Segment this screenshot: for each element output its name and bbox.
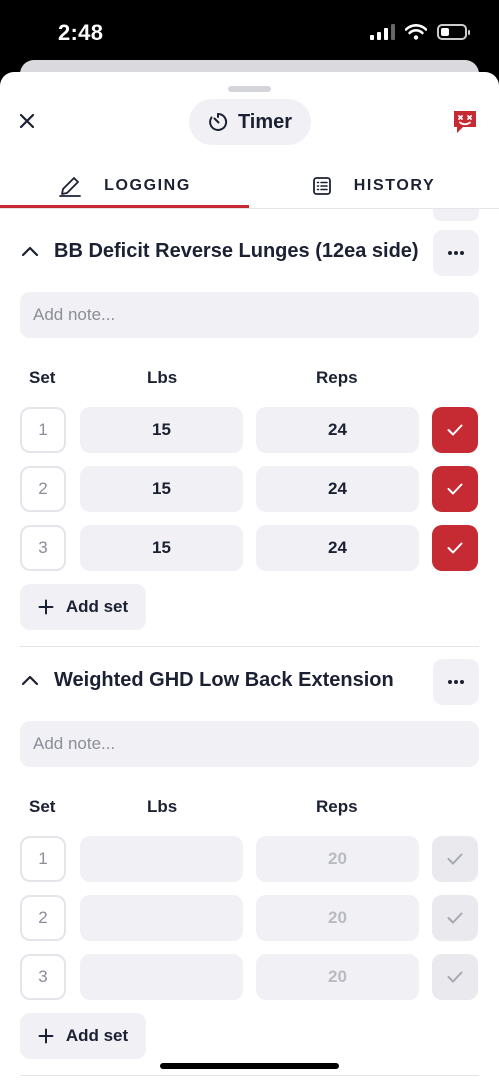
set-number: 1 [20, 836, 66, 882]
exercise-divider [20, 1075, 479, 1076]
set-row: 1 15 24 [0, 407, 499, 453]
set-number: 2 [20, 895, 66, 941]
checkmark-icon [447, 912, 463, 924]
reps-input[interactable]: 24 [256, 407, 419, 453]
plus-icon [38, 599, 54, 615]
timer-icon [209, 112, 228, 131]
lbs-input[interactable]: 15 [80, 407, 243, 453]
reps-input[interactable]: 20 [256, 895, 419, 941]
battery-icon [437, 24, 470, 40]
complete-set-button[interactable] [432, 954, 478, 1000]
set-number: 3 [20, 954, 66, 1000]
set-row: 3 20 [0, 954, 499, 1000]
exercise-header: Weighted GHD Low Back Extension [0, 659, 499, 705]
status-time: 2:48 [58, 20, 104, 45]
tab-bar: LOGGING HISTORY [0, 162, 499, 210]
tabs-divider [0, 208, 499, 209]
column-header-reps: Reps [316, 368, 358, 387]
more-options-button[interactable] [433, 659, 479, 705]
column-header-reps: Reps [316, 797, 358, 816]
set-number: 3 [20, 525, 66, 571]
reps-input[interactable]: 20 [256, 954, 419, 1000]
timer-button[interactable]: Timer [189, 99, 311, 145]
add-set-button[interactable]: Add set [20, 1013, 146, 1059]
set-number: 1 [20, 407, 66, 453]
lbs-input[interactable]: 15 [80, 525, 243, 571]
reps-input[interactable]: 24 [256, 466, 419, 512]
checkmark-icon [447, 971, 463, 983]
pencil-icon [59, 177, 82, 197]
previous-exercise-more-button[interactable] [433, 209, 479, 221]
tab-history-label: HISTORY [353, 177, 436, 194]
exercise-title: BB Deficit Reverse Lunges (12ea side) [54, 240, 419, 262]
exercise-divider [20, 646, 479, 647]
add-note-field[interactable]: Add note... [20, 721, 479, 767]
checkmark-icon [447, 853, 463, 865]
timer-label: Timer [237, 110, 293, 133]
chevron-up-icon [21, 246, 39, 257]
tab-history[interactable]: HISTORY [249, 162, 498, 210]
complete-set-button[interactable] [432, 466, 478, 512]
support-chat-button[interactable] [451, 108, 479, 136]
lbs-input[interactable] [80, 954, 243, 1000]
plus-icon [38, 1028, 54, 1044]
lbs-input[interactable] [80, 836, 243, 882]
column-header-lbs: Lbs [147, 797, 178, 816]
lbs-input[interactable]: 15 [80, 466, 243, 512]
tab-logging-label: LOGGING [104, 177, 191, 194]
checkmark-icon [447, 424, 463, 436]
column-header-set: Set [29, 797, 56, 816]
complete-set-button[interactable] [432, 407, 478, 453]
column-header-set: Set [29, 368, 56, 387]
reps-input[interactable]: 24 [256, 525, 419, 571]
add-note-field[interactable]: Add note... [20, 292, 479, 338]
set-row: 2 20 [0, 895, 499, 941]
set-row: 3 15 24 [0, 525, 499, 571]
collapse-button[interactable] [20, 242, 40, 262]
sheet-grabber[interactable] [228, 86, 271, 92]
set-row: 2 15 24 [0, 466, 499, 512]
add-set-label: Add set [65, 597, 129, 616]
checkmark-icon [447, 542, 463, 554]
more-icon [448, 251, 464, 255]
close-icon [19, 113, 35, 129]
set-row: 1 20 [0, 836, 499, 882]
more-options-button[interactable] [433, 230, 479, 276]
exercise-header: BB Deficit Reverse Lunges (12ea side) [0, 230, 499, 276]
home-indicator[interactable] [160, 1063, 339, 1069]
cellular-signal-icon [370, 24, 395, 40]
set-number: 2 [20, 466, 66, 512]
lbs-input[interactable] [80, 895, 243, 941]
chat-support-icon [454, 111, 476, 133]
collapse-button[interactable] [20, 671, 40, 691]
close-button[interactable] [14, 108, 40, 134]
checkmark-icon [447, 483, 463, 495]
more-icon [448, 680, 464, 684]
status-icons [370, 24, 470, 40]
reps-input[interactable]: 20 [256, 836, 419, 882]
add-set-button[interactable]: Add set [20, 584, 146, 630]
exercise-title: Weighted GHD Low Back Extension [54, 669, 394, 691]
wifi-icon [405, 24, 427, 40]
column-header-lbs: Lbs [147, 368, 178, 387]
complete-set-button[interactable] [432, 525, 478, 571]
complete-set-button[interactable] [432, 895, 478, 941]
list-icon [312, 177, 331, 195]
tab-logging[interactable]: LOGGING [0, 162, 249, 210]
complete-set-button[interactable] [432, 836, 478, 882]
chevron-up-icon [21, 675, 39, 686]
workout-sheet: Timer LOGGING HISTORY BB Deficit Reverse… [0, 72, 499, 1080]
add-set-label: Add set [65, 1026, 129, 1045]
